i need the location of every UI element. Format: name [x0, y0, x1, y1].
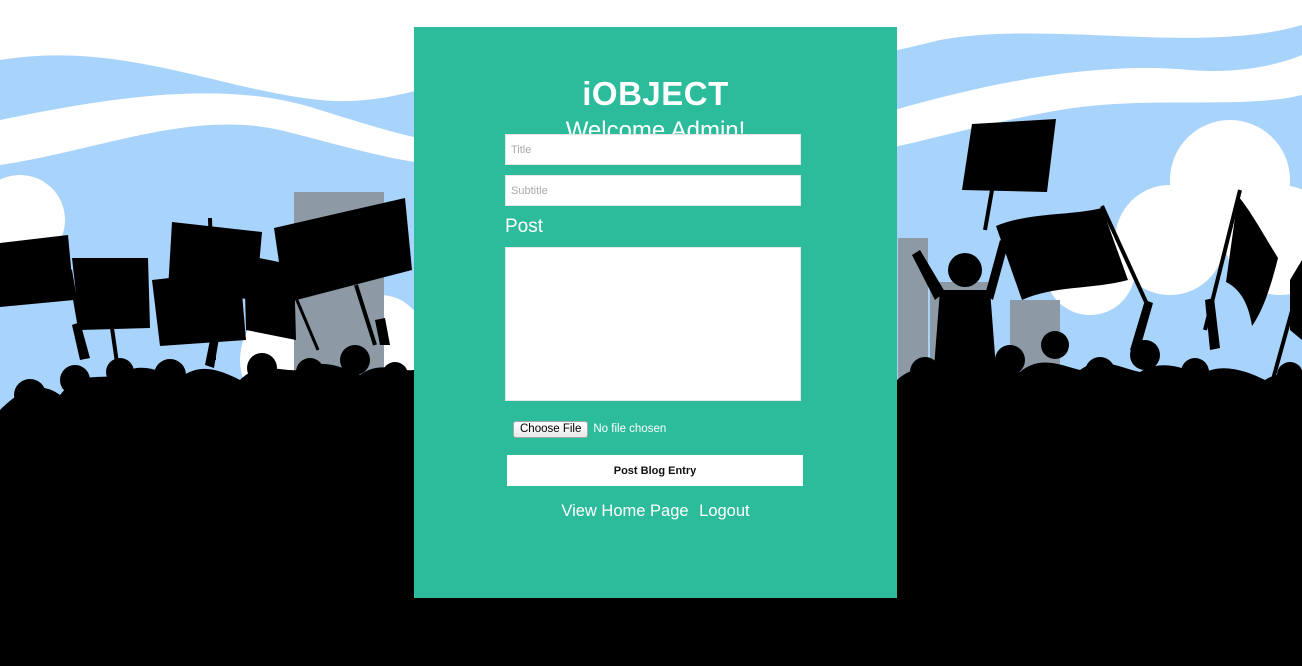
brand-title: iOBJECT: [582, 75, 729, 112]
post-blog-entry-button[interactable]: Post Blog Entry: [507, 455, 803, 486]
admin-panel: iOBJECT Welcome Admin! Post Choose File …: [414, 27, 897, 598]
choose-file-button[interactable]: Choose File: [513, 420, 589, 438]
footer-links: View Home Page Logout: [414, 500, 897, 522]
logout-link[interactable]: Logout: [699, 502, 749, 520]
view-home-page-link[interactable]: View Home Page: [561, 502, 688, 520]
title-input[interactable]: [505, 134, 801, 165]
page: iOBJECT Welcome Admin! Post Choose File …: [0, 0, 1302, 666]
file-status: No file chosen: [593, 423, 667, 435]
file-upload: Choose File No file chosen: [513, 420, 666, 438]
post-label: Post: [505, 216, 544, 237]
subtitle-input[interactable]: [505, 175, 801, 206]
post-textarea[interactable]: [505, 247, 801, 401]
